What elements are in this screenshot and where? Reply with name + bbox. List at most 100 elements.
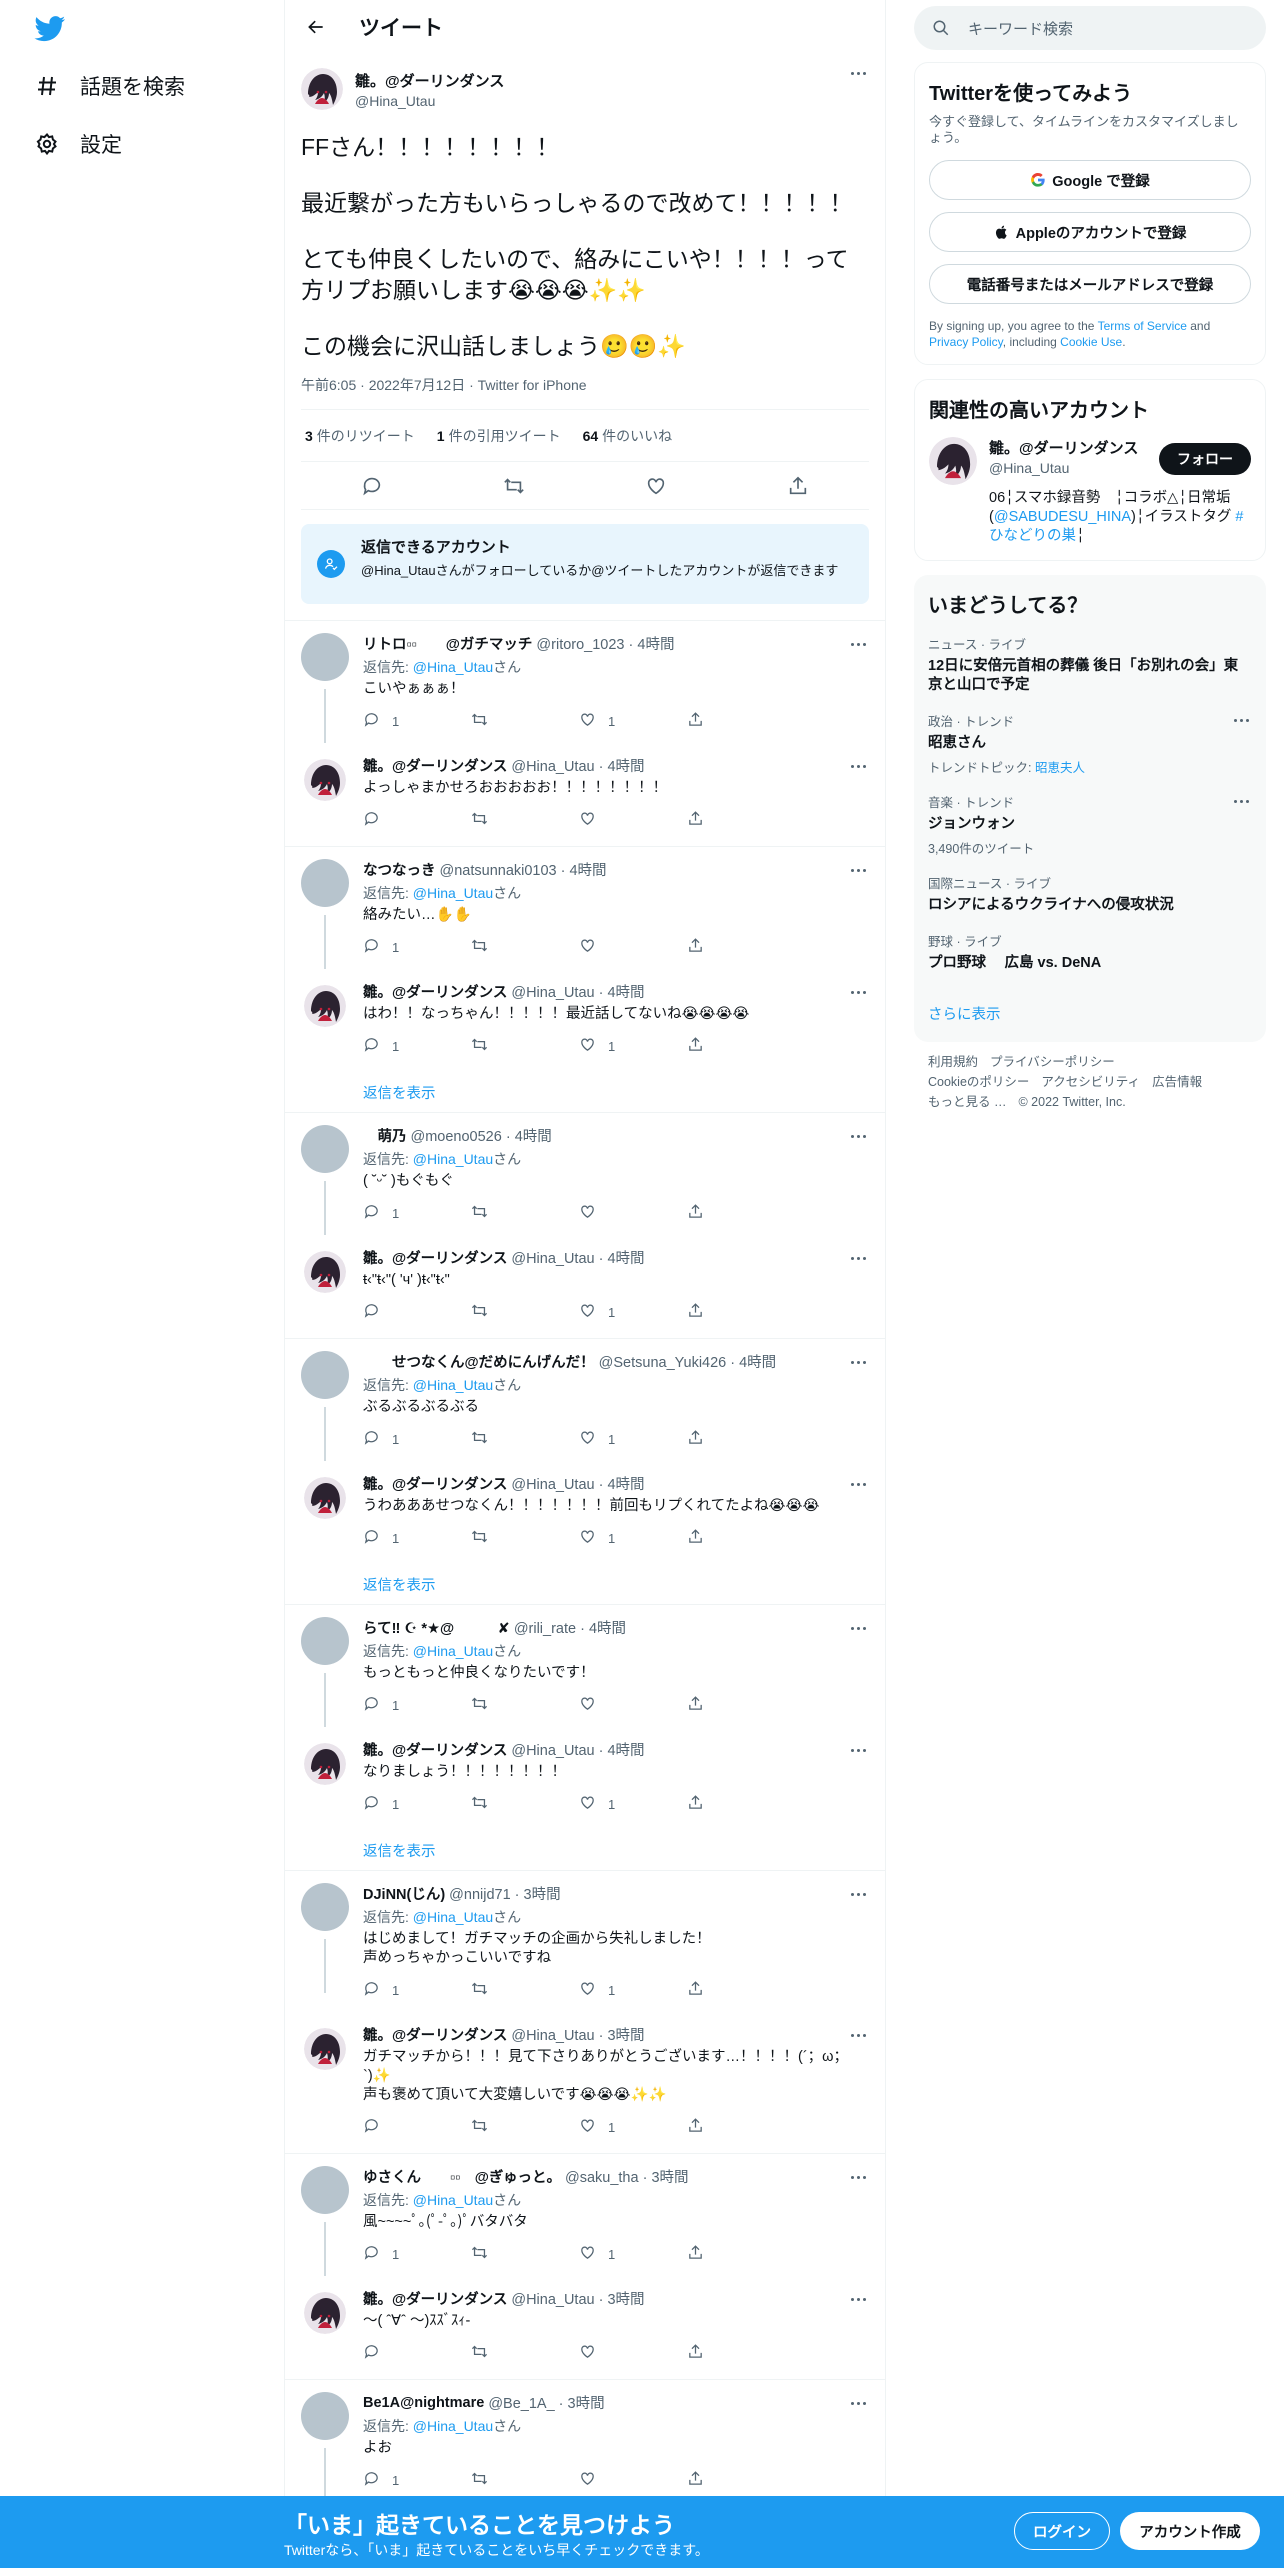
retweet-stat[interactable]: 3 件のリツイート: [305, 426, 415, 446]
search-input[interactable]: キーワード検索: [914, 6, 1266, 50]
avatar[interactable]: [929, 437, 977, 485]
display-name[interactable]: なつなっき: [363, 859, 436, 880]
show-replies-link[interactable]: 返信を表示: [285, 1072, 885, 1112]
handle-and-time[interactable]: @Hina_Utau · 4時間: [511, 1739, 644, 1760]
more-icon[interactable]: [847, 1887, 869, 1901]
handle-and-time[interactable]: @Setsuna_Yuki426 · 4時間: [599, 1351, 777, 1372]
reply-button[interactable]: [363, 1302, 471, 1322]
reply-to-link[interactable]: @Hina_Utau: [413, 885, 493, 901]
bio-mention-link[interactable]: @SABUDESU_HINA: [994, 509, 1131, 525]
avatar[interactable]: [301, 2166, 349, 2214]
privacy-link[interactable]: Privacy Policy: [929, 335, 1003, 349]
more-icon[interactable]: [847, 2028, 869, 2042]
trend-item[interactable]: 音楽 · トレンド ジョンウォン 3,490件のツイート: [928, 792, 1252, 857]
handle-and-time[interactable]: @Be_1A_ · 3時間: [488, 2392, 604, 2413]
more-icon[interactable]: [847, 637, 869, 651]
retweet-button[interactable]: [471, 1528, 579, 1548]
like-button[interactable]: 1: [579, 2244, 687, 2264]
retweet-button[interactable]: [471, 1794, 579, 1814]
avatar[interactable]: [304, 2028, 346, 2070]
handle-and-time[interactable]: @Hina_Utau · 3時間: [511, 2024, 644, 2045]
reply-tweet[interactable]: 雛。@ダーリンダンス @Hina_Utau · 4時間 なりましょう！！！！！！！！…: [285, 1731, 885, 1830]
share-button[interactable]: [687, 2244, 795, 2264]
like-button[interactable]: 1: [579, 1528, 687, 1548]
reply-button[interactable]: 1: [363, 1429, 471, 1449]
retweet-button[interactable]: [471, 2343, 579, 2363]
like-button[interactable]: 1: [579, 1980, 687, 2000]
display-name[interactable]: 雛。@ダーリンダンス: [363, 1247, 507, 1268]
trend-item[interactable]: ニュース · ライブ 12日に安倍元首相の葬儀 後日「お別れの会」東京と山口で予定: [928, 634, 1252, 695]
reply-tweet[interactable]: 萌乃 @moeno0526 · 4時間 返信先: @Hina_Utauさん ( ˘ᵕ˘…: [285, 1113, 885, 1239]
display-name[interactable]: らて‼︎ ☪︎ *★@ ✘: [363, 1617, 510, 1638]
footer-link[interactable]: アクセシビリティ: [1041, 1075, 1140, 1089]
handle-and-time[interactable]: @Hina_Utau · 4時間: [511, 1473, 644, 1494]
share-button[interactable]: [687, 1695, 795, 1715]
display-name[interactable]: 雛。@ダーリンダンス: [989, 437, 1138, 458]
handle[interactable]: @Hina_Utau: [355, 93, 504, 109]
reply-tweet[interactable]: 雛。@ダーリンダンス @Hina_Utau · 4時間 はわ！！なっちゃん！！！！！…: [285, 973, 885, 1072]
reply-button[interactable]: 1: [363, 1036, 471, 1056]
retweet-button[interactable]: [471, 1980, 579, 2000]
like-icon[interactable]: [645, 475, 667, 497]
tweet-timestamp[interactable]: 午前6:05 · 2022年7月12日 · Twitter for iPhone: [301, 375, 869, 410]
reply-button[interactable]: 1: [363, 937, 471, 957]
like-button[interactable]: 1: [579, 1429, 687, 1449]
reply-icon[interactable]: [361, 475, 383, 497]
avatar[interactable]: [304, 1251, 346, 1293]
more-icon[interactable]: [847, 1621, 869, 1635]
google-signup-button[interactable]: Google で登録: [929, 160, 1251, 200]
reply-to-link[interactable]: @Hina_Utau: [413, 2418, 493, 2434]
retweet-button[interactable]: [471, 937, 579, 957]
reply-button[interactable]: 1: [363, 1794, 471, 1814]
trend-item[interactable]: 国際ニュース · ライブ ロシアによるウクライナへの侵攻状況: [928, 873, 1252, 915]
handle-and-time[interactable]: @Hina_Utau · 4時間: [511, 981, 644, 1002]
footer-link[interactable]: Cookieのポリシー: [928, 1075, 1029, 1089]
share-button[interactable]: [687, 2343, 795, 2363]
retweet-button[interactable]: [471, 1429, 579, 1449]
footer-link[interactable]: 利用規約: [928, 1055, 978, 1069]
footer-link[interactable]: プライバシーポリシー: [990, 1055, 1115, 1069]
share-button[interactable]: [687, 1980, 795, 2000]
like-button[interactable]: [579, 2470, 687, 2490]
display-name[interactable]: 雛。@ダーリンダンス: [363, 981, 507, 1002]
display-name[interactable]: リトロ▫▫ @ガチマッチ: [363, 633, 532, 654]
avatar[interactable]: [301, 1125, 349, 1173]
reply-button[interactable]: [363, 810, 471, 830]
more-icon[interactable]: [847, 1129, 869, 1143]
more-icon[interactable]: [847, 1251, 869, 1265]
display-name[interactable]: 雛。@ダーリンダンス: [363, 2288, 507, 2309]
reply-tweet[interactable]: 雛。@ダーリンダンス @Hina_Utau · 3時間 ガチマッチから！！！見て下さ…: [285, 2016, 885, 2153]
reply-tweet[interactable]: Be1A@nightmare @Be_1A_ · 3時間 返信先: @Hina_Ut…: [285, 2380, 885, 2506]
avatar[interactable]: [304, 759, 346, 801]
reply-to-link[interactable]: @Hina_Utau: [413, 1643, 493, 1659]
handle-and-time[interactable]: @Hina_Utau · 4時間: [511, 1247, 644, 1268]
reply-tweet[interactable]: なつなっき @natsunnaki0103 · 4時間 返信先: @Hina_Uta…: [285, 847, 885, 973]
nav-settings[interactable]: 設定: [34, 124, 122, 164]
share-button[interactable]: [687, 711, 795, 731]
share-button[interactable]: [687, 937, 795, 957]
share-icon[interactable]: [787, 475, 809, 497]
like-button[interactable]: [579, 810, 687, 830]
share-button[interactable]: [687, 1528, 795, 1548]
display-name[interactable]: 萌乃: [363, 1125, 406, 1146]
avatar[interactable]: [304, 985, 346, 1027]
retweet-button[interactable]: [471, 711, 579, 731]
reply-to-link[interactable]: @Hina_Utau: [413, 1909, 493, 1925]
reply-button[interactable]: 1: [363, 1980, 471, 2000]
reply-button[interactable]: 1: [363, 2244, 471, 2264]
like-button[interactable]: 1: [579, 1036, 687, 1056]
more-icon[interactable]: [847, 2170, 869, 2184]
twitter-logo-icon[interactable]: [34, 16, 66, 42]
reply-tweet[interactable]: 雛。@ダーリンダンス @Hina_Utau · 3時間 〜( ˆ∀ˆ 〜)ｽｽﾞｽｨ…: [285, 2280, 885, 2379]
more-icon[interactable]: [847, 985, 869, 999]
show-replies-link[interactable]: 返信を表示: [285, 1564, 885, 1604]
avatar[interactable]: [304, 1477, 346, 1519]
reply-button[interactable]: 1: [363, 2470, 471, 2490]
avatar[interactable]: [304, 1743, 346, 1785]
share-button[interactable]: [687, 1302, 795, 1322]
more-icon[interactable]: [1230, 794, 1252, 808]
share-button[interactable]: [687, 1429, 795, 1449]
more-icon[interactable]: [847, 1743, 869, 1757]
avatar[interactable]: [301, 633, 349, 681]
reply-button[interactable]: [363, 2343, 471, 2363]
